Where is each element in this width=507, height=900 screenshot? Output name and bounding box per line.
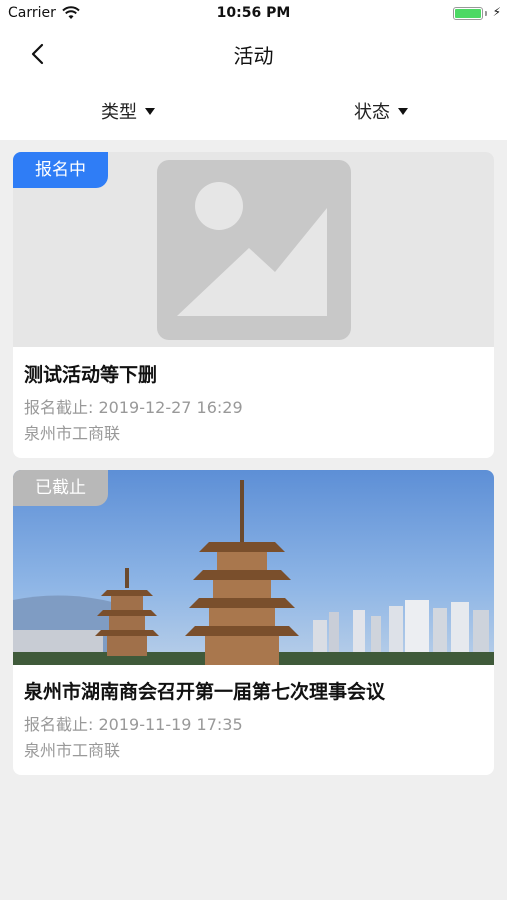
caret-down-icon: [145, 107, 155, 115]
activity-card[interactable]: 已截止 泉州市湖南商会召开第一届第七次理事会议 报名截止: 2019-11-19…: [13, 470, 494, 775]
type-filter-label: 类型: [101, 102, 137, 123]
status-filter-dropdown[interactable]: 状态: [354, 98, 408, 124]
activity-deadline: 报名截止: 2019-12-27 16:29: [24, 398, 243, 417]
status-bar: Carrier 10:56 PM ⚡: [0, 0, 507, 28]
activity-title: 泉州市湖南商会召开第一届第七次理事会议: [24, 681, 386, 703]
caret-down-icon: [398, 107, 408, 115]
activity-deadline: 报名截止: 2019-11-19 17:35: [24, 715, 243, 734]
navigation-bar: 活动: [0, 28, 507, 80]
type-filter-dropdown[interactable]: 类型: [101, 98, 155, 124]
status-badge: 报名中: [13, 152, 108, 188]
filter-bar: 类型 状态: [0, 80, 507, 140]
activity-organizer: 泉州市工商联: [24, 741, 121, 760]
battery-icon: [453, 7, 483, 20]
battery-tip: [485, 11, 487, 16]
battery-level-fill: [455, 9, 481, 18]
activity-organizer: 泉州市工商联: [24, 424, 121, 443]
clock-time: 10:56 PM: [216, 5, 291, 21]
status-badge: 已截止: [13, 470, 108, 506]
activity-card[interactable]: 报名中 测试活动等下删 报名截止: 2019-12-27 16:29 泉州市工商…: [13, 152, 494, 458]
page-title: 活动: [233, 44, 274, 68]
status-filter-label: 状态: [354, 102, 390, 123]
activity-title: 测试活动等下删: [24, 364, 158, 386]
charging-bolt-icon: ⚡: [492, 5, 501, 19]
